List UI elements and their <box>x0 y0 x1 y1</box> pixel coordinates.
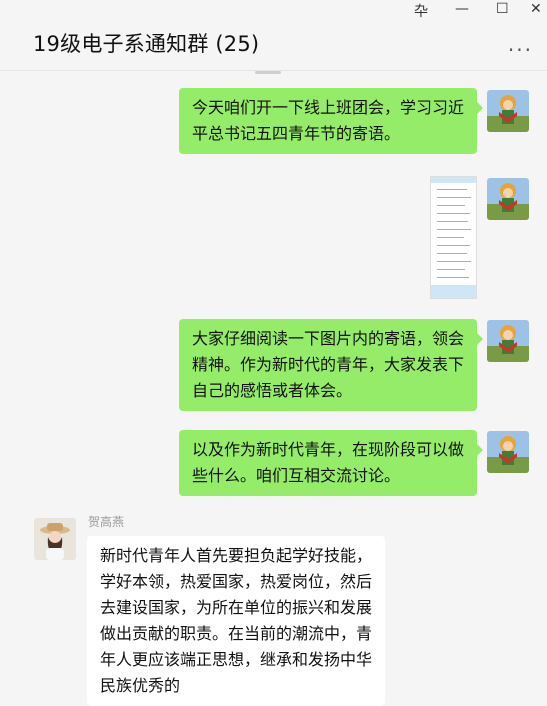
shared-image-thumbnail[interactable] <box>430 176 477 299</box>
minimize-button[interactable]: — <box>455 1 469 17</box>
message-bubble[interactable]: 今天咱们开一下线上班团会，学习习近平总书记五四青年节的寄语。 <box>179 88 483 154</box>
message-bubble[interactable]: 大家仔细阅读一下图片内的寄语，领会精神。作为新时代的青年，大家发表下自己的感悟或… <box>179 319 483 411</box>
message-text: 大家仔细阅读一下图片内的寄语，领会精神。作为新时代的青年，大家发表下自己的感悟或… <box>192 329 465 400</box>
maximize-button[interactable]: ☐ <box>496 1 509 17</box>
chat-title: 19级电子系通知群 (25) <box>33 32 260 56</box>
more-options-icon[interactable]: ··· <box>508 38 533 62</box>
scroll-indicator <box>255 71 281 74</box>
avatar[interactable] <box>34 518 76 560</box>
message-bubble[interactable]: 以及作为新时代青年，在现阶段可以做些什么。咱们互相交流讨论。 <box>179 430 483 496</box>
sender-name: 贺高燕 <box>88 515 125 529</box>
avatar[interactable] <box>487 90 529 132</box>
little-prince-avatar-icon <box>487 90 529 132</box>
message-text: 今天咱们开一下线上班团会，学习习近平总书记五四青年节的寄语。 <box>192 98 465 143</box>
avatar[interactable] <box>487 320 529 362</box>
message-text: 以及作为新时代青年，在现阶段可以做些什么。咱们互相交流讨论。 <box>192 440 465 485</box>
little-prince-avatar-icon <box>487 431 529 473</box>
chat-header: 19级电子系通知群 (25) 卆 — ☐ ✕ ··· <box>0 0 547 71</box>
message-bubble[interactable]: 新时代青年人首先要担负起学好技能，学好本领，热爱国家，热爱岗位，然后去建设国家，… <box>87 536 385 706</box>
message-text: 新时代青年人首先要担负起学好技能，学好本领，热爱国家，热爱岗位，然后去建设国家，… <box>100 546 373 695</box>
pin-icon[interactable]: 卆 <box>414 1 428 21</box>
little-prince-avatar-icon <box>487 178 529 220</box>
avatar[interactable] <box>487 178 529 220</box>
avatar[interactable] <box>487 431 529 473</box>
little-prince-avatar-icon <box>487 320 529 362</box>
person-avatar-icon <box>34 518 76 560</box>
close-button[interactable]: ✕ <box>530 1 542 17</box>
